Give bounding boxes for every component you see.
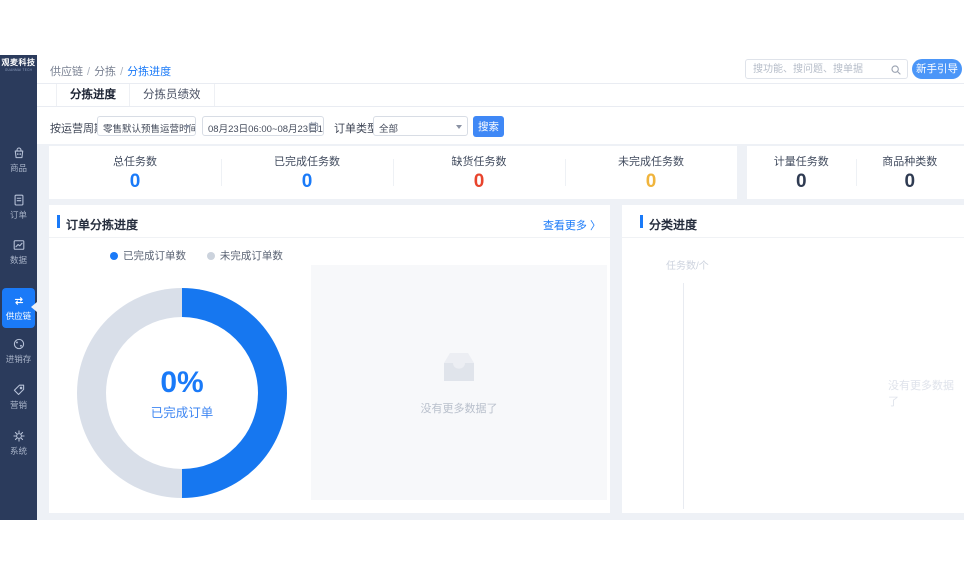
sidebar-item-data[interactable]: 数据 bbox=[0, 237, 37, 266]
search-button[interactable]: 搜索 bbox=[473, 116, 504, 137]
breadcrumb: 供应链 / 分拣 / 分拣进度 bbox=[50, 66, 172, 78]
stat-unfinished-tasks: 未完成任务数 0 bbox=[565, 146, 737, 199]
price-tag-icon bbox=[0, 382, 37, 398]
sidebar-item-label: 订单 bbox=[9, 210, 27, 220]
main-area: 供应链/分拣/分拣进度 新手引导 分拣进度分拣员绩效 按运营周期: 零售默认预售… bbox=[37, 55, 964, 520]
sidebar-item-label: 营销 bbox=[9, 400, 27, 410]
donut-center: 0% 已完成订单 bbox=[77, 288, 287, 498]
stat-sku-count: 商品种类数 0 bbox=[855, 146, 964, 199]
sidebar-item-system[interactable]: 系统 bbox=[0, 428, 37, 457]
legend-uncompleted[interactable]: 未完成订单数 bbox=[206, 250, 283, 262]
stats-card-extra: 计量任务数 0 商品种类数 0 bbox=[747, 146, 964, 199]
y-axis-label: 任务数/个 bbox=[666, 261, 709, 272]
donut-legend: 已完成订单数 未完成订单数 bbox=[110, 248, 283, 263]
sidebar-item-label: 数据 bbox=[9, 255, 27, 265]
breadcrumb-current: 分拣进度 bbox=[127, 66, 172, 78]
chevron-down-icon bbox=[184, 125, 190, 129]
sidebar-item-label: 系统 bbox=[9, 446, 27, 456]
sidebar-item-marketing[interactable]: 营销 bbox=[0, 382, 37, 411]
order-progress-panel: 订单分拣进度 查看更多 〉 已完成订单数 未完成订单数 0% 已完成订单 没有更… bbox=[49, 205, 610, 513]
top-header: 供应链/分拣/分拣进度 新手引导 bbox=[37, 55, 964, 84]
accent-bar bbox=[57, 215, 60, 228]
empty-inbox-icon bbox=[436, 349, 482, 392]
search-input[interactable] bbox=[753, 62, 883, 76]
order-type-select[interactable]: 全部 bbox=[373, 116, 468, 136]
line-chart-icon bbox=[0, 237, 37, 253]
order-document-icon bbox=[0, 192, 37, 208]
breadcrumb-item[interactable]: 分拣 bbox=[94, 66, 116, 78]
order-empty-state: 没有更多数据了 bbox=[311, 265, 607, 500]
stats-card-tasks: 总任务数 0 已完成任务数 0 缺货任务数 0 未完成任务数 0 bbox=[49, 146, 737, 199]
brand-logo: 观麦科技 GUANMAI TECH bbox=[0, 57, 37, 72]
category-empty-text: 没有更多数据了 bbox=[888, 380, 954, 408]
panel-title: 订单分拣进度 bbox=[66, 218, 139, 232]
donut-label: 已完成订单 bbox=[150, 405, 214, 420]
calendar-icon bbox=[308, 121, 319, 135]
stat-total-tasks: 总任务数 0 bbox=[113, 156, 157, 192]
sidebar-item-inventory[interactable]: 进销存 bbox=[0, 336, 37, 365]
category-progress-panel: 分类进度 任务数/个 没有更多数据了 bbox=[622, 205, 964, 513]
view-more-link[interactable]: 查看更多 〉 bbox=[543, 217, 601, 233]
sidebar-item-label: 商品 bbox=[9, 163, 27, 173]
app-window: 观麦科技 GUANMAI TECH 商品 订单 数据 供应链 进销存 营销 系统… bbox=[0, 55, 964, 520]
sidebar-item-orders[interactable]: 订单 bbox=[0, 192, 37, 221]
panel-title: 分类进度 bbox=[649, 218, 698, 232]
filter-bar: 按运营周期: 零售默认预售运营时间 08月23日06:00~08月23日12:0… bbox=[37, 107, 964, 144]
breadcrumb-item[interactable]: 供应链 bbox=[50, 66, 83, 78]
chevron-down-icon bbox=[456, 125, 462, 129]
inventory-sphere-icon bbox=[0, 336, 37, 352]
stat-completed-tasks: 已完成任务数 0 bbox=[221, 146, 393, 199]
period-select[interactable]: 零售默认预售运营时间 bbox=[97, 116, 196, 136]
legend-completed[interactable]: 已完成订单数 bbox=[110, 250, 186, 262]
tab-sorter-performance[interactable]: 分拣员绩效 bbox=[130, 84, 215, 106]
empty-text: 没有更多数据了 bbox=[420, 403, 498, 415]
chevron-right-icon: 〉 bbox=[590, 220, 601, 232]
brand-subtitle: GUANMAI TECH bbox=[4, 68, 33, 72]
search-icon[interactable] bbox=[890, 63, 902, 81]
newbie-guide-button[interactable]: 新手引导 bbox=[912, 59, 962, 79]
legend-dot bbox=[110, 252, 118, 260]
shopping-bag-icon bbox=[0, 145, 37, 161]
donut-percent: 0% bbox=[160, 365, 204, 399]
tab-sorting-progress[interactable]: 分拣进度 bbox=[56, 84, 130, 106]
date-range-input[interactable]: 08月23日06:00~08月23日12:00 bbox=[202, 116, 324, 136]
donut-chart: 0% 已完成订单 bbox=[77, 288, 287, 498]
legend-dot bbox=[206, 252, 215, 260]
stat-outofstock-tasks: 缺货任务数 0 bbox=[393, 146, 565, 199]
accent-bar bbox=[640, 215, 643, 228]
global-search[interactable] bbox=[745, 59, 908, 79]
stat-weighing-tasks: 计量任务数 0 bbox=[773, 156, 829, 192]
panel-header: 订单分拣进度 查看更多 〉 bbox=[49, 205, 610, 238]
y-axis-line bbox=[683, 283, 684, 509]
tab-bar: 分拣进度 分拣员绩效 bbox=[37, 84, 964, 107]
sidebar-item-label: 进销存 bbox=[5, 354, 32, 364]
gear-icon bbox=[0, 428, 37, 444]
brand-name: 观麦科技 bbox=[1, 58, 36, 67]
panel-header: 分类进度 bbox=[622, 205, 964, 238]
sidebar: 观麦科技 GUANMAI TECH 商品 订单 数据 供应链 进销存 营销 系统 bbox=[0, 55, 37, 520]
sidebar-item-goods[interactable]: 商品 bbox=[0, 145, 37, 174]
active-item-notch bbox=[31, 302, 37, 312]
